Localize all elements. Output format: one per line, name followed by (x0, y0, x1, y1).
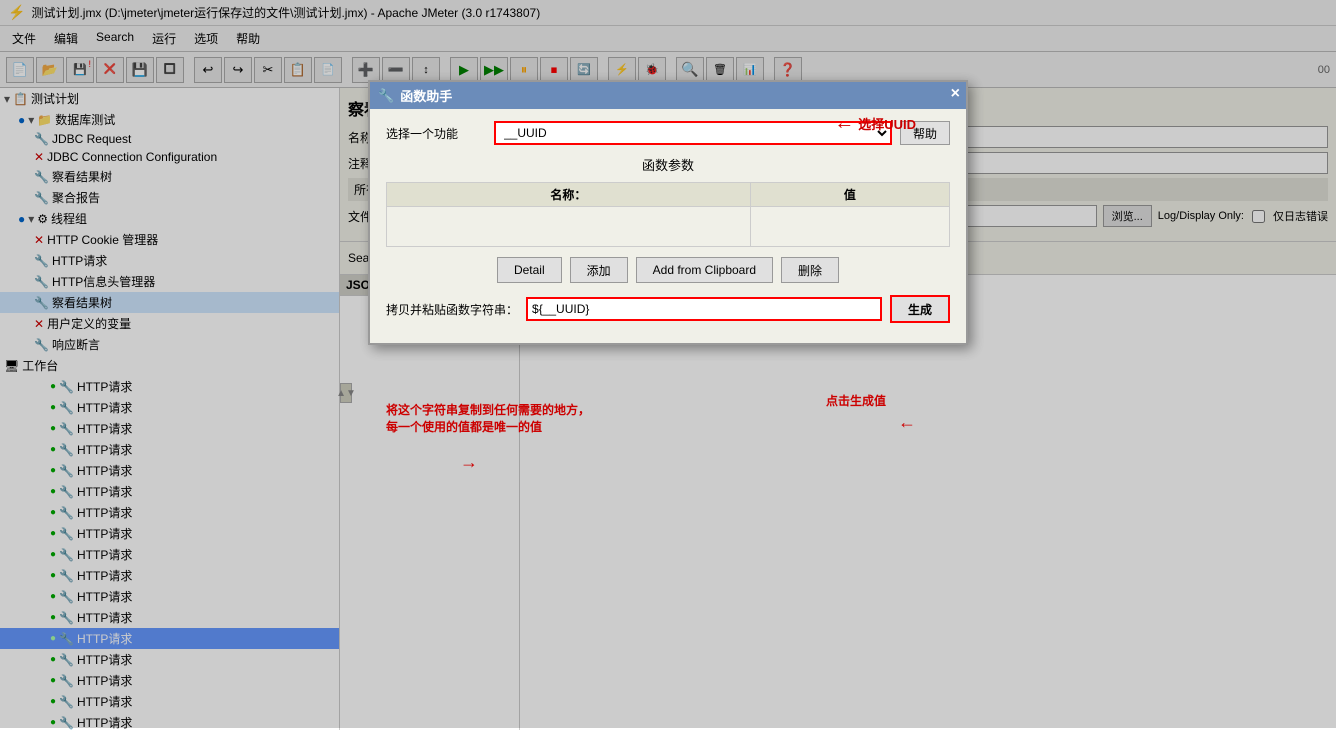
add-button[interactable]: 添加 (570, 257, 628, 283)
params-table: 名称： 值 (386, 182, 950, 247)
annotation-copy: 将这个字符串复制到任何需要的地方， 每一个使用的值都是唯一的值 (386, 402, 590, 436)
action-buttons: Detail 添加 Add from Clipboard 删除 (386, 257, 950, 283)
func-select[interactable]: __UUID (494, 121, 892, 145)
delete-button[interactable]: 删除 (781, 257, 839, 283)
col-value: 值 (750, 183, 949, 207)
annotation-arrow-left: → (460, 452, 478, 473)
annotation-uuid: ← 选择UUID (834, 112, 916, 135)
params-empty-row (387, 207, 950, 247)
col-name: 名称： (387, 183, 751, 207)
copy-paste-label: 拷贝并粘贴函数字符串： (386, 301, 518, 318)
result-row: 拷贝并粘贴函数字符串： 生成 (386, 295, 950, 323)
detail-button[interactable]: Detail (497, 257, 562, 283)
add-from-clipboard-button[interactable]: Add from Clipboard (636, 257, 773, 283)
result-input[interactable] (526, 297, 882, 321)
function-helper-dialog: 🔧 函数助手 × ← 选择UUID 选择一个功能 __UUID 帮助 函数参数 (368, 80, 968, 345)
modal-overlay: 🔧 函数助手 × ← 选择UUID 选择一个功能 __UUID 帮助 函数参数 (0, 0, 1336, 728)
params-header: 函数参数 (386, 155, 950, 174)
dialog-close-button[interactable]: × (951, 85, 960, 103)
annotation-arrow-right: ← (898, 412, 916, 433)
dialog-title-text: 函数助手 (400, 86, 452, 105)
select-func-label: 选择一个功能 (386, 125, 486, 142)
dialog-icon: 🔧 (378, 88, 394, 104)
dialog-body: ← 选择UUID 选择一个功能 __UUID 帮助 函数参数 名称： 值 (370, 109, 966, 343)
dialog-title-bar: 🔧 函数助手 × (370, 82, 966, 109)
generate-button[interactable]: 生成 (890, 295, 950, 323)
annotation-generate: 点击生成值 (826, 392, 886, 409)
